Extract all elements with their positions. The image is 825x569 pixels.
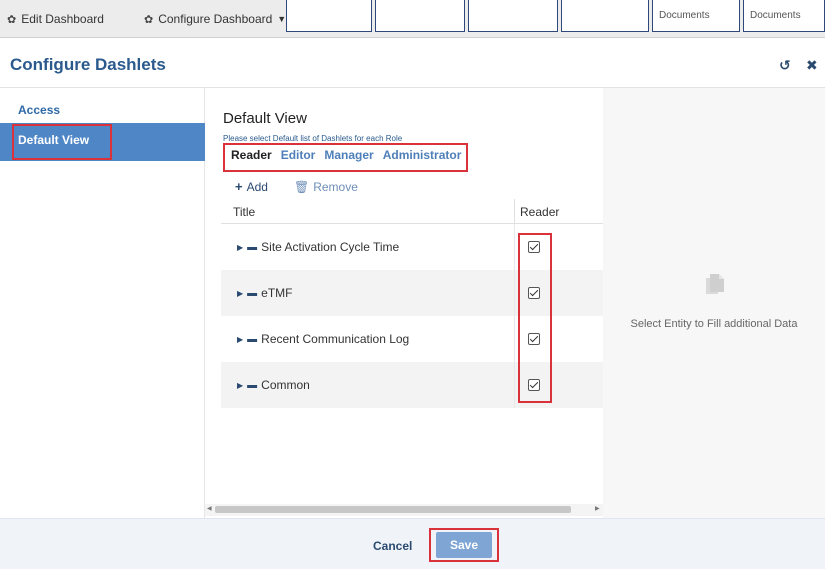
table-row[interactable]: ▶ ▬ Common bbox=[221, 362, 603, 408]
save-button[interactable]: Save bbox=[436, 532, 492, 558]
dashboard-tile[interactable] bbox=[468, 0, 558, 32]
remove-button[interactable]: 🗑 Remove bbox=[294, 179, 358, 194]
row-title: Site Activation Cycle Time bbox=[261, 240, 400, 254]
tab-reader[interactable]: Reader bbox=[231, 148, 272, 162]
row-title: Recent Communication Log bbox=[261, 332, 410, 346]
row-title-cell: ▶ ▬ Common bbox=[237, 378, 310, 392]
configure-dashboard-label: Configure Dashboard bbox=[158, 12, 273, 26]
reset-icon[interactable]: ↺ bbox=[779, 57, 791, 74]
main-panel: Default View Please select Default list … bbox=[205, 88, 603, 518]
edit-dashboard-label: Edit Dashboard bbox=[21, 12, 104, 26]
dashboard-tile[interactable] bbox=[375, 0, 465, 32]
trash-icon: 🗑 bbox=[293, 179, 310, 194]
close-icon[interactable]: ✖ bbox=[806, 57, 818, 74]
dashlet-grid: Title Reader ▶ ▬ Site Activation Cycle T… bbox=[221, 199, 603, 408]
dashboard-tile[interactable] bbox=[286, 0, 372, 32]
table-row[interactable]: ▶ ▬ Site Activation Cycle Time bbox=[221, 224, 603, 270]
horizontal-scrollbar[interactable]: ◀ ▶ bbox=[205, 504, 603, 516]
folder-icon: ▬ bbox=[247, 241, 258, 253]
tile-label: Documents bbox=[750, 10, 801, 21]
add-label: Add bbox=[246, 179, 268, 194]
sidebar-item-label: Access bbox=[18, 103, 61, 117]
tab-editor[interactable]: Editor bbox=[281, 148, 316, 162]
add-button[interactable]: + Add bbox=[235, 179, 268, 194]
reader-checkbox[interactable] bbox=[528, 333, 540, 345]
plus-icon: + bbox=[235, 179, 243, 194]
empty-state-message: Select Entity to Fill additional Data bbox=[630, 318, 798, 330]
expand-caret-icon[interactable]: ▶ bbox=[237, 335, 243, 344]
modal-footer: Cancel Save bbox=[0, 518, 825, 569]
column-header-title[interactable]: Title bbox=[233, 205, 255, 219]
column-divider bbox=[514, 224, 515, 270]
modal-title: Configure Dashlets bbox=[10, 55, 166, 74]
dashboard-tile[interactable] bbox=[561, 0, 649, 32]
detail-panel: Select Entity to Fill additional Data bbox=[603, 88, 825, 518]
column-header-reader[interactable]: Reader bbox=[514, 199, 603, 224]
row-title-cell: ▶ ▬ Recent Communication Log bbox=[237, 332, 409, 346]
scroll-left-icon[interactable]: ◀ bbox=[207, 505, 212, 512]
reader-checkbox[interactable] bbox=[528, 287, 540, 299]
edit-dashboard-button[interactable]: ✿ Edit Dashboard bbox=[7, 9, 104, 29]
reader-checkbox[interactable] bbox=[528, 379, 540, 391]
reader-checkbox[interactable] bbox=[528, 241, 540, 253]
sidebar-item-default-view[interactable]: Default View bbox=[0, 123, 205, 161]
grid-actions: + Add 🗑 Remove bbox=[235, 179, 358, 194]
sidebar: Access Default View bbox=[0, 88, 205, 518]
column-divider bbox=[514, 362, 515, 408]
tab-administrator[interactable]: Administrator bbox=[383, 148, 462, 162]
caret-down-icon: ▼ bbox=[277, 14, 287, 24]
documents-icon bbox=[706, 274, 724, 294]
role-tabs: Reader Editor Manager Administrator bbox=[231, 148, 461, 162]
dashboard-toolbar: ✿ Edit Dashboard ✿ Configure Dashboard ▼… bbox=[0, 0, 825, 38]
folder-icon: ▬ bbox=[247, 287, 258, 299]
section-subtitle: Please select Default list of Dashlets f… bbox=[223, 134, 403, 143]
column-divider bbox=[514, 316, 515, 362]
expand-caret-icon[interactable]: ▶ bbox=[237, 381, 243, 390]
configure-dashboard-button[interactable]: ✿ Configure Dashboard ▼ bbox=[144, 9, 286, 29]
scrollbar-thumb[interactable] bbox=[215, 506, 571, 513]
gear-icon: ✿ bbox=[144, 13, 154, 26]
row-title: eTMF bbox=[261, 286, 293, 300]
row-title-cell: ▶ ▬ eTMF bbox=[237, 286, 293, 300]
table-row[interactable]: ▶ ▬ eTMF bbox=[221, 270, 603, 316]
section-title: Default View bbox=[223, 110, 307, 127]
scroll-right-icon[interactable]: ▶ bbox=[595, 505, 600, 512]
cancel-button[interactable]: Cancel bbox=[373, 539, 412, 553]
grid-header: Title Reader bbox=[221, 199, 603, 224]
expand-caret-icon[interactable]: ▶ bbox=[237, 243, 243, 252]
expand-caret-icon[interactable]: ▶ bbox=[237, 289, 243, 298]
tab-manager[interactable]: Manager bbox=[324, 148, 373, 162]
remove-label: Remove bbox=[313, 179, 358, 194]
sidebar-item-label: Default View bbox=[18, 133, 90, 147]
gear-icon: ✿ bbox=[7, 13, 17, 26]
folder-icon: ▬ bbox=[247, 379, 258, 391]
row-title-cell: ▶ ▬ Site Activation Cycle Time bbox=[237, 240, 399, 254]
row-title: Common bbox=[261, 378, 310, 392]
tile-label: Documents bbox=[659, 10, 710, 21]
column-divider bbox=[514, 270, 515, 316]
table-row[interactable]: ▶ ▬ Recent Communication Log bbox=[221, 316, 603, 362]
modal-header: Configure Dashlets ↺ ✖ bbox=[0, 44, 825, 88]
dashboard-tile-documents[interactable]: Documents bbox=[652, 0, 740, 32]
dashboard-tile-documents[interactable]: Documents bbox=[743, 0, 825, 32]
folder-icon: ▬ bbox=[247, 333, 258, 345]
